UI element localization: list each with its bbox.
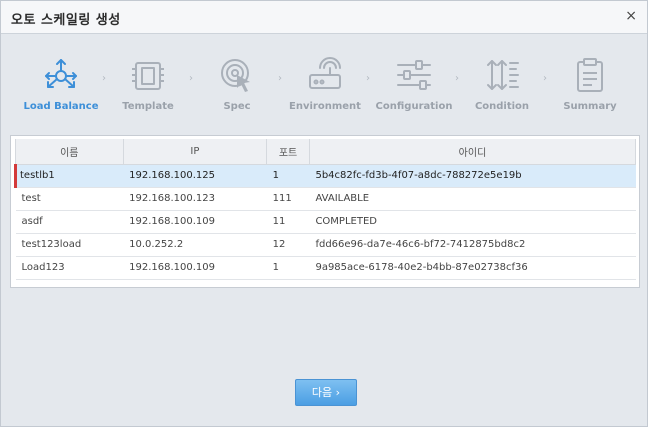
load-balance-icon (45, 59, 77, 88)
cell-ip: 10.0.252.2 (123, 233, 267, 257)
step-arrow-icon: › (455, 73, 459, 84)
table-row[interactable]: testlb1 192.168.100.125 1 5b4c82fc-fd3b-… (14, 164, 636, 188)
column-header-ip[interactable]: IP (122, 139, 268, 165)
step-label: Condition (474, 101, 530, 112)
step-label: Configuration (375, 101, 453, 112)
cell-name: test (15, 187, 124, 211)
cell-id: 5b4c82fc-fd3b-4f07-a8dc-788272e5e19b (309, 164, 636, 188)
dialog-title: 오토 스케일링 생성 (11, 13, 121, 28)
configuration-icon (397, 60, 431, 90)
table-row[interactable]: test 192.168.100.123 111 AVAILABLE (15, 187, 636, 211)
step-label: Spec (223, 101, 251, 112)
cell-name: Load123 (15, 256, 124, 280)
spec-icon (221, 59, 250, 92)
summary-icon (577, 58, 603, 92)
cell-ip: 192.168.100.109 (123, 210, 267, 234)
cell-port: 111 (266, 187, 310, 211)
step-label: Template (122, 101, 174, 112)
step-arrow-icon: › (102, 73, 106, 84)
column-header-id[interactable]: 아이디 (308, 139, 637, 165)
close-icon[interactable]: × (625, 8, 637, 24)
step-label: Summary (563, 101, 617, 112)
cell-id: fdd66e96-da7e-46c6-bf72-7412875bd8c2 (309, 233, 636, 257)
step-arrow-icon: › (543, 73, 547, 84)
step-arrow-icon: › (278, 73, 282, 84)
column-header-name[interactable]: 이름 (15, 139, 124, 165)
load-balancer-table: 이름 IP 포트 아이디 testlb1 192.168.100.125 1 5… (14, 139, 637, 280)
environment-icon (309, 57, 341, 89)
auto-scaling-dialog: 오토 스케일링 생성 × Load Balance › Template › S… (0, 0, 648, 427)
cell-id: AVAILABLE (309, 187, 636, 211)
cell-ip: 192.168.100.123 (123, 187, 267, 211)
cell-ip: 192.168.100.109 (123, 256, 267, 280)
step-arrow-icon: › (189, 73, 193, 84)
next-button[interactable]: 다음 › (295, 379, 357, 406)
table-row[interactable]: Load123 192.168.100.109 1 9a985ace-6178-… (15, 256, 636, 280)
cell-name: asdf (15, 210, 124, 234)
load-balancer-table-panel: 이름 IP 포트 아이디 testlb1 192.168.100.125 1 5… (10, 135, 640, 288)
cell-id: 9a985ace-6178-40e2-b4bb-87e02738cf36 (309, 256, 636, 280)
column-header-port[interactable]: 포트 (266, 139, 310, 165)
template-icon (132, 62, 164, 90)
cell-id: COMPLETED (309, 210, 636, 234)
cell-port: 12 (266, 233, 310, 257)
table-row[interactable]: asdf 192.168.100.109 11 COMPLETED (15, 210, 636, 234)
wizard-steps: Load Balance › Template › Spec › Environ… (1, 51, 647, 123)
condition-icon (487, 60, 519, 90)
title-bar: 오토 스케일링 생성 × (1, 1, 647, 34)
step-label: Load Balance (23, 101, 99, 112)
step-label: Environment (289, 101, 361, 112)
cell-name: testlb1 (14, 164, 124, 188)
cell-ip: 192.168.100.125 (123, 164, 267, 188)
cell-name: test123load (15, 233, 124, 257)
table-row[interactable]: test123load 10.0.252.2 12 fdd66e96-da7e-… (15, 233, 636, 257)
step-arrow-icon: › (366, 73, 370, 84)
cell-port: 1 (266, 164, 310, 188)
table-header-row: 이름 IP 포트 아이디 (15, 139, 637, 165)
cell-port: 1 (266, 256, 310, 280)
cell-port: 11 (266, 210, 310, 234)
